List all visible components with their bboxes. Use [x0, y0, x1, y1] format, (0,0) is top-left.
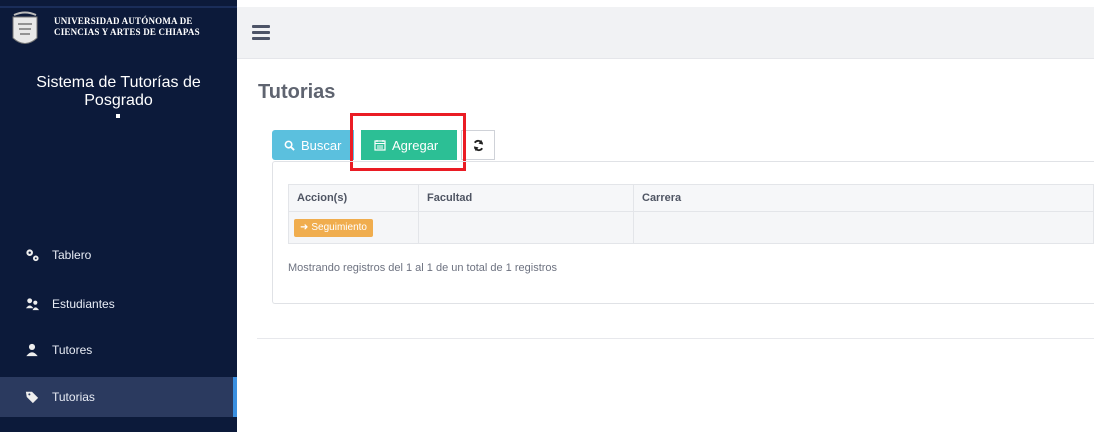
column-header-acciones: Accion(s) — [288, 184, 419, 212]
nav-item-tutores[interactable]: Tutores — [0, 330, 237, 370]
app: Universidad Autónoma de Ciencias y Artes… — [0, 0, 1094, 432]
nav-item-tablero[interactable]: Tablero — [0, 235, 237, 275]
users-icon — [24, 296, 40, 312]
pagination-info: Mostrando registros del 1 al 1 de un tot… — [288, 262, 558, 274]
action-cell: ➜ Seguimiento — [288, 211, 419, 244]
page-title: Tutorias — [258, 81, 336, 103]
nav-label-estudiantes: Estudiantes — [52, 297, 115, 311]
refresh-icon — [473, 139, 483, 151]
nav-label-tutores: Tutores — [52, 343, 93, 357]
gears-icon — [24, 247, 40, 263]
sidebar: Universidad Autónoma de Ciencias y Artes… — [0, 0, 237, 432]
nav-item-tutorias[interactable]: Tutorias — [0, 377, 237, 417]
refresh-button[interactable] — [461, 130, 495, 160]
title-marker — [116, 114, 120, 118]
nav-label-tutorias: Tutorias — [52, 390, 95, 404]
nav-label-tablero: Tablero — [52, 248, 92, 262]
tag-icon — [24, 389, 40, 405]
search-icon — [284, 140, 295, 151]
column-header-facultad: Facultad — [418, 184, 634, 212]
brand: Universidad Autónoma de Ciencias y Artes… — [0, 6, 237, 62]
university-name: Universidad Autónoma de Ciencias y Artes… — [54, 16, 200, 38]
seguimiento-label: Seguimiento — [311, 222, 367, 233]
nav-item-estudiantes[interactable]: Estudiantes — [0, 284, 237, 324]
user-icon — [24, 342, 40, 358]
university-logo — [12, 11, 38, 44]
table-row: ➜ Seguimiento — [288, 211, 1094, 244]
results-table: Accion(s) Facultad Carrera ➜ Seguimiento — [288, 184, 1094, 244]
university-name-line-2: Ciencias y Artes de Chiapas — [54, 27, 200, 37]
search-button[interactable]: Buscar — [272, 130, 354, 160]
facultad-cell — [418, 211, 634, 244]
search-button-label: Buscar — [301, 137, 342, 153]
university-name-line-1: Universidad Autónoma de — [54, 16, 193, 26]
top-bar — [237, 7, 1094, 59]
hamburger-menu-icon[interactable] — [252, 25, 270, 41]
arrow-right-icon: ➜ — [300, 222, 309, 233]
content-divider — [257, 338, 1094, 339]
carrera-cell — [633, 211, 1094, 244]
table-header-row: Accion(s) Facultad Carrera — [288, 184, 1094, 212]
column-header-carrera: Carrera — [633, 184, 1094, 212]
system-title: Sistema de Tutorías de Posgrado — [36, 74, 201, 109]
seguimiento-button[interactable]: ➜ Seguimiento — [294, 218, 373, 237]
